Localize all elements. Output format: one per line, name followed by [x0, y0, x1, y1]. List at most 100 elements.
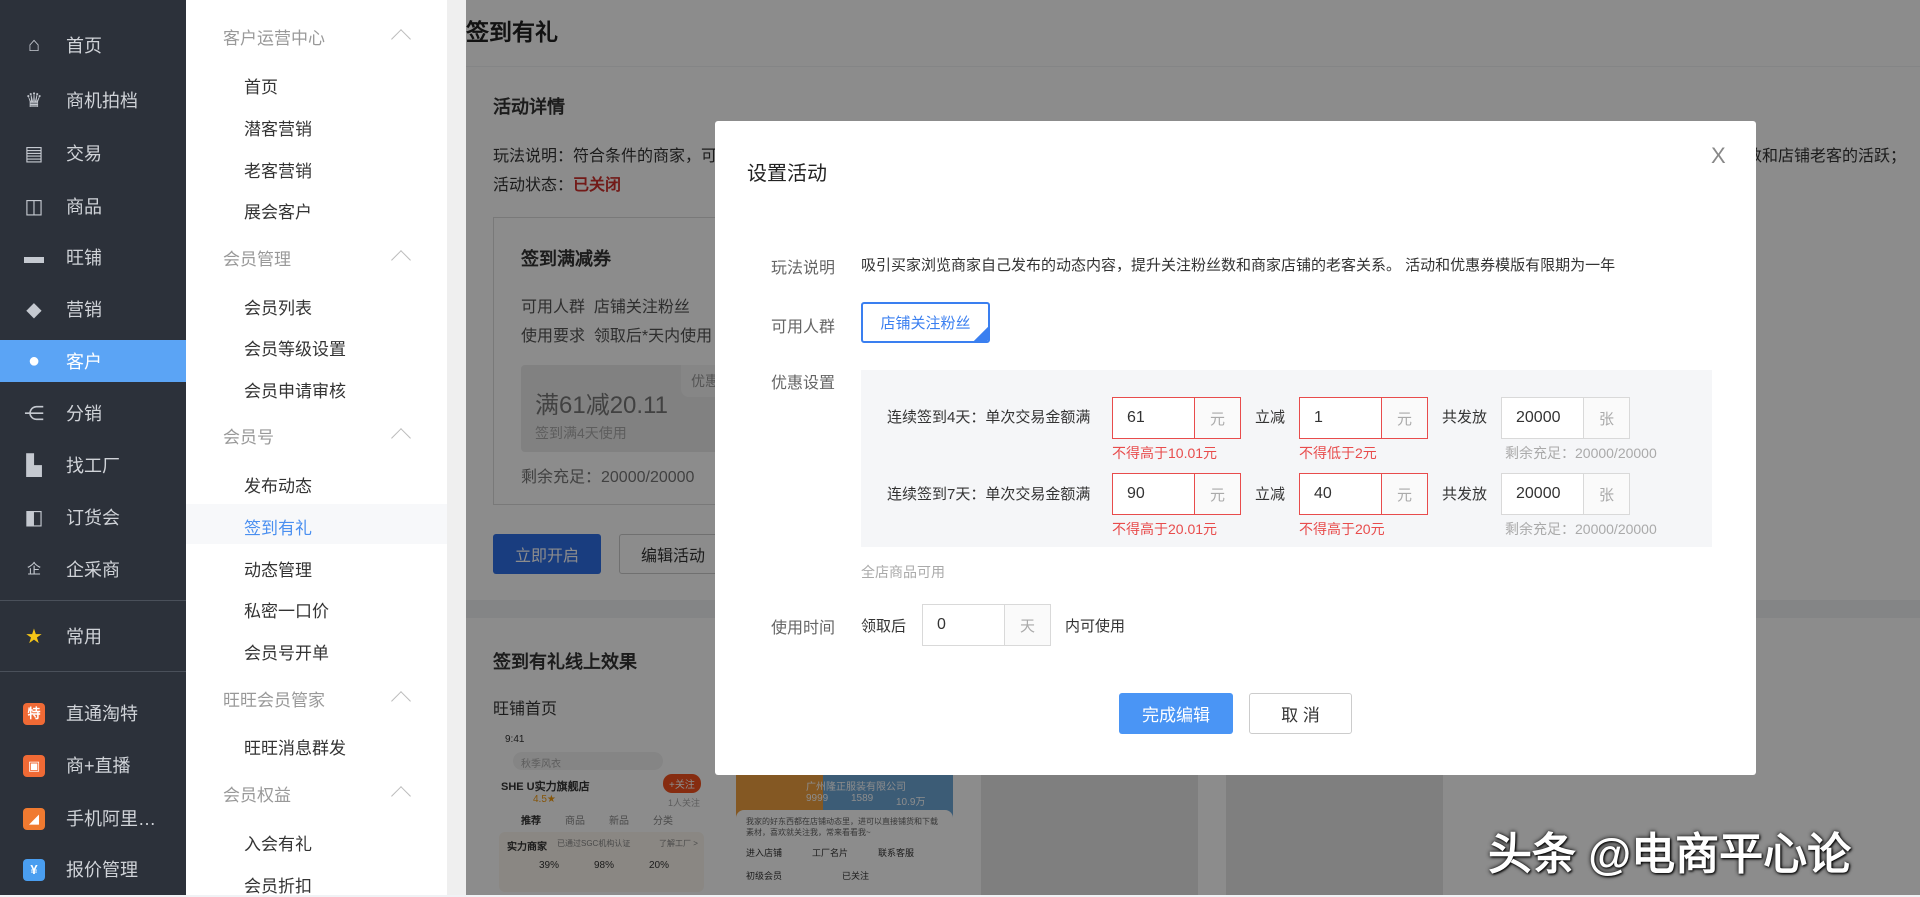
minus-input[interactable]: 40 元 [1299, 473, 1428, 515]
sub-item[interactable]: 潜客营销 [244, 115, 312, 140]
mobile-app-icon: ◢ [23, 808, 45, 830]
nav-item-order-fair[interactable]: ◧ 订货会 [0, 496, 186, 538]
discount-label: 优惠设置 [771, 375, 836, 392]
nav-item-enterprise[interactable]: 企 企采商 [0, 548, 186, 590]
sub-item[interactable]: 会员申请审核 [244, 377, 346, 402]
sub-item[interactable]: 私密一口价 [244, 597, 329, 622]
user-icon: ● [27, 349, 41, 372]
nav-label: 旺铺 [66, 248, 102, 268]
sub-item[interactable]: 会员折扣 [244, 872, 312, 897]
taote-icon: 特 [23, 703, 45, 725]
desc-text: 吸引买家浏览商家自己发布的动态内容，提升关注粉丝数和商家店铺的老客关系。 活动和… [861, 257, 1616, 274]
nav-item-taote[interactable]: 特 直通淘特 [0, 692, 186, 734]
total-input[interactable]: 20000 张 [1501, 397, 1630, 439]
nav-item-quote[interactable]: ¥ 报价管理 [0, 848, 186, 890]
watermark: 头条 @电商平心论 [1488, 830, 1852, 879]
nav-item-mobile[interactable]: ◢ 手机阿里… [0, 797, 186, 839]
remain-text: 剩余充足：20000/20000 [1505, 445, 1657, 461]
nav-item-home[interactable]: ⌂ 首页 [0, 24, 186, 66]
sub-item[interactable]: 会员号开单 [244, 639, 329, 664]
group-title[interactable]: 旺旺会员管家 [223, 686, 325, 711]
threshold-input[interactable]: 90 元 [1112, 473, 1241, 515]
quote-icon: ¥ [23, 859, 45, 881]
total-label: 共发放 [1442, 409, 1488, 426]
chevron-up-icon[interactable] [391, 428, 411, 448]
finish-edit-button[interactable]: 完成编辑 [1119, 693, 1233, 734]
crowd-option-selected[interactable]: 店铺关注粉丝 [861, 302, 990, 343]
nav-label: 客户 [66, 352, 102, 372]
sub-item[interactable]: 旺旺消息群发 [244, 734, 346, 759]
nav-label: 商品 [66, 197, 102, 217]
nav-item-store[interactable]: ▬ 旺铺 [0, 236, 186, 278]
threshold-error: 不得高于10.01元 [1112, 445, 1218, 461]
threshold-error: 不得高于20.01元 [1112, 521, 1218, 537]
set-activity-dialog: 设置活动 X 玩法说明 吸引买家浏览商家自己发布的动态内容，提升关注粉丝数和商家… [715, 121, 1756, 775]
sub-item[interactable]: 动态管理 [244, 556, 312, 581]
group-title[interactable]: 会员权益 [223, 781, 291, 806]
sub-item[interactable]: 入会有礼 [244, 830, 312, 855]
nav-item-live[interactable]: ▣ 商+直播 [0, 744, 186, 786]
enterprise-icon: 企 [27, 561, 41, 577]
clipboard-icon: ▤ [24, 142, 44, 165]
nav-item-goods[interactable]: ◫ 商品 [0, 185, 186, 227]
nav-label: 交易 [66, 144, 102, 164]
minus-label: 立减 [1255, 409, 1286, 426]
group-title[interactable]: 会员管理 [223, 245, 291, 270]
total-label: 共发放 [1442, 486, 1488, 503]
nav-item-customer[interactable]: ● 客户 [0, 340, 186, 382]
total-input[interactable]: 20000 张 [1501, 473, 1630, 515]
tag-icon: ◆ [26, 298, 42, 321]
sub-item-active[interactable]: 签到有礼 [244, 514, 312, 539]
nav-label: 报价管理 [66, 860, 138, 880]
sub-item[interactable]: 发布动态 [244, 472, 312, 497]
minus-input[interactable]: 1元 [1299, 397, 1428, 439]
sub-item[interactable]: 会员等级设置 [244, 335, 346, 360]
scope-text: 全店商品可用 [861, 564, 945, 580]
nav-item-factory[interactable]: ▙ 找工厂 [0, 444, 186, 486]
nav-item-trade[interactable]: ▤ 交易 [0, 132, 186, 174]
chevron-up-icon[interactable] [391, 29, 411, 49]
nav-item-opportunity[interactable]: ♛ 商机拍档 [0, 79, 186, 121]
group-title[interactable]: 会员号 [223, 423, 274, 448]
nav-label: 企采商 [66, 560, 120, 580]
nav-label: 商+直播 [66, 756, 131, 776]
time-prefix: 领取后 [861, 618, 907, 635]
crowd-option-label: 店铺关注粉丝 [880, 315, 971, 332]
minus-error: 不得低于2元 [1299, 445, 1377, 461]
nav-label: 订货会 [66, 508, 120, 528]
group-title[interactable]: 客户运营中心 [223, 24, 325, 49]
divider [0, 600, 186, 601]
nav-label: 分销 [66, 404, 102, 424]
main-nav: ⌂ 首页 ♛ 商机拍档 ▤ 交易 ◫ 商品 ▬ 旺铺 ◆ 营销 ● 客户 ⋲ 分销 ▙ 找工厂 ◧… [0, 0, 186, 895]
days-input[interactable]: 0天 [922, 604, 1051, 646]
desc-label: 玩法说明 [771, 260, 836, 277]
chevron-up-icon[interactable] [391, 786, 411, 806]
nav-label: 直通淘特 [66, 704, 138, 724]
sub-sidebar: 客户运营中心 首页 潜客营销 老客营销 展会客户 会员管理 会员列表 会员等级设… [186, 0, 447, 897]
threshold-input[interactable]: 61 元 [1112, 397, 1241, 439]
sub-item[interactable]: 会员列表 [244, 294, 312, 319]
sub-item[interactable]: 首页 [244, 73, 278, 98]
nav-item-distribution[interactable]: ⋲ 分销 [0, 392, 186, 434]
crowd-label: 可用人群 [771, 319, 836, 336]
sub-item[interactable]: 老客营销 [244, 157, 312, 182]
sub-item[interactable]: 展会客户 [244, 198, 312, 223]
nav-item-marketing[interactable]: ◆ 营销 [0, 288, 186, 330]
nav-label: 商机拍档 [66, 91, 138, 111]
check-corner-icon [973, 326, 988, 341]
nav-label: 常用 [66, 627, 102, 647]
chevron-up-icon[interactable] [391, 250, 411, 270]
chevron-up-icon[interactable] [391, 691, 411, 711]
close-icon[interactable]: X [1711, 143, 1726, 169]
cancel-button[interactable]: 取 消 [1249, 693, 1352, 734]
star-icon: ★ [25, 625, 43, 648]
nav-label: 手机阿里… [66, 809, 156, 829]
dialog-title: 设置活动 [747, 163, 827, 185]
tier-label: 连续签到7天：单次交易金额满 [887, 486, 1091, 503]
share-icon: ⋲ [24, 402, 44, 425]
divider [0, 671, 186, 672]
remain-text: 剩余充足：20000/20000 [1505, 521, 1657, 537]
store-icon: ▬ [24, 245, 44, 268]
crown-icon: ♛ [25, 89, 43, 112]
nav-item-common[interactable]: ★ 常用 [0, 615, 186, 657]
